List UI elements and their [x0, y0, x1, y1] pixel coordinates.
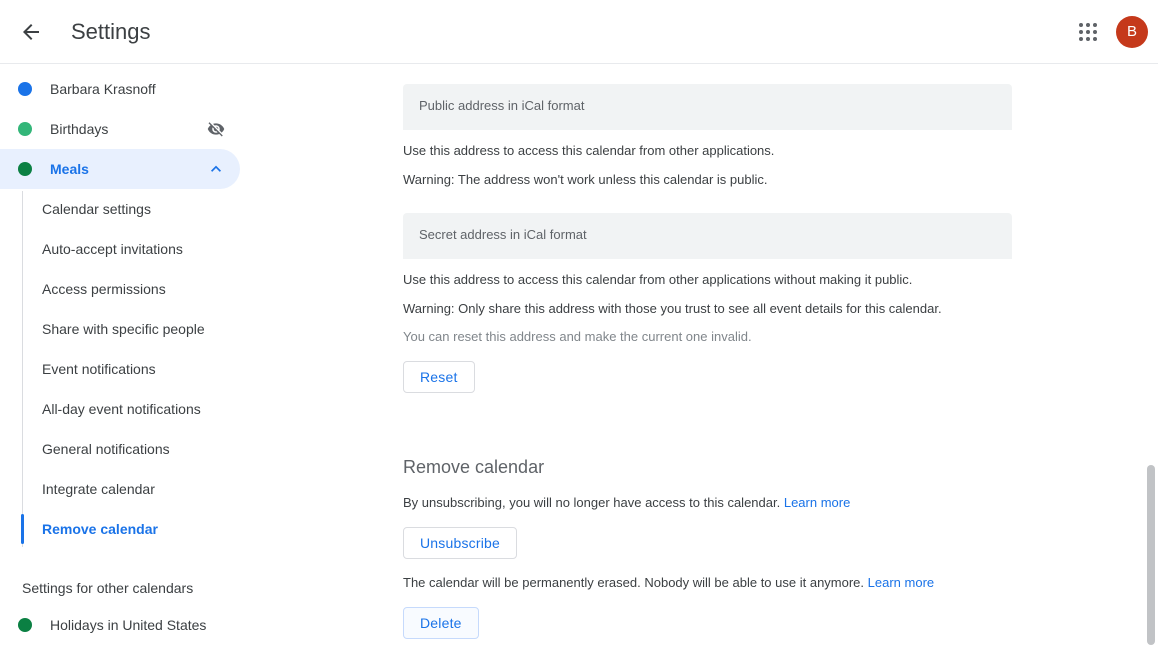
- scrollbar-track[interactable]: [1143, 65, 1158, 645]
- public-address-label: Public address in iCal format: [419, 98, 585, 113]
- unsubscribe-learn-more-link[interactable]: Learn more: [784, 495, 850, 510]
- delete-button[interactable]: Delete: [403, 607, 479, 639]
- body-wrapper: Barbara Krasnoff Birthdays Meals Calenda…: [0, 65, 1158, 645]
- meals-subnav: Calendar settings Auto-accept invitation…: [21, 189, 256, 549]
- public-address-warning: Warning: The address won't work unless t…: [403, 172, 768, 187]
- sidebar-item-holidays-in-united-states[interactable]: Holidays in United States: [0, 605, 240, 645]
- sidebar-item-general-notifications[interactable]: General notifications: [22, 429, 256, 469]
- sidebar-item-calendar-settings[interactable]: Calendar settings: [22, 189, 256, 229]
- unsubscribe-description-text: By unsubscribing, you will no longer hav…: [403, 495, 781, 510]
- avatar[interactable]: B: [1116, 15, 1148, 48]
- reset-button[interactable]: Reset: [403, 361, 475, 393]
- secret-address-label: Secret address in iCal format: [419, 227, 587, 242]
- delete-learn-more-link[interactable]: Learn more: [868, 575, 934, 590]
- calendar-name: Meals: [50, 161, 89, 177]
- sidebar: Barbara Krasnoff Birthdays Meals Calenda…: [0, 65, 256, 645]
- page-title: Settings: [71, 18, 151, 44]
- sidebar-item-auto-accept-invitations[interactable]: Auto-accept invitations: [22, 229, 256, 269]
- unsubscribe-button-wrap: Unsubscribe: [403, 527, 1158, 559]
- sidebar-item-all-day-event-notifications[interactable]: All-day event notifications: [22, 389, 256, 429]
- sidebar-item-remove-calendar[interactable]: Remove calendar: [21, 509, 256, 549]
- public-address-field[interactable]: Public address in iCal format: [403, 84, 1012, 130]
- back-button[interactable]: [11, 12, 51, 52]
- app-header: Settings B: [0, 0, 1158, 64]
- remove-calendar-title: Remove calendar: [403, 457, 545, 477]
- other-calendars-header: Settings for other calendars: [22, 580, 194, 596]
- calendar-color-dot: [18, 82, 32, 96]
- settings-content: Public address in iCal format Use this a…: [256, 65, 1158, 639]
- calendar-name: Holidays in United States: [50, 617, 207, 633]
- public-address-help: Use this address to access this calendar…: [403, 143, 775, 158]
- chevron-up-icon[interactable]: [206, 159, 226, 179]
- apps-grid-icon: [1079, 22, 1097, 41]
- secret-address-field[interactable]: Secret address in iCal format: [403, 213, 1012, 259]
- sidebar-item-barbara-krasnoff[interactable]: Barbara Krasnoff: [0, 69, 240, 109]
- sidebar-item-share-with-specific-people[interactable]: Share with specific people: [22, 309, 256, 349]
- sidebar-item-birthdays[interactable]: Birthdays: [0, 109, 240, 149]
- secret-address-note: You can reset this address and make the …: [403, 329, 752, 344]
- sidebar-item-integrate-calendar[interactable]: Integrate calendar: [22, 469, 256, 509]
- calendar-color-dot: [18, 122, 32, 136]
- sidebar-item-meals[interactable]: Meals: [0, 149, 240, 189]
- delete-button-wrap: Delete: [403, 607, 1158, 639]
- calendar-color-dot: [18, 162, 32, 176]
- secret-address-help: Use this address to access this calendar…: [403, 272, 913, 287]
- unsubscribe-button[interactable]: Unsubscribe: [403, 527, 518, 559]
- visibility-off-icon[interactable]: [206, 119, 226, 139]
- main-content: Public address in iCal format Use this a…: [256, 65, 1158, 645]
- google-apps-button[interactable]: [1068, 12, 1108, 52]
- scrollbar-thumb[interactable]: [1147, 465, 1155, 645]
- sidebar-item-access-permissions[interactable]: Access permissions: [22, 269, 256, 309]
- calendar-name: Birthdays: [50, 121, 109, 137]
- calendar-name: Barbara Krasnoff: [50, 81, 156, 97]
- calendar-color-dot: [18, 618, 32, 632]
- unsubscribe-description: By unsubscribing, you will no longer hav…: [403, 495, 1158, 511]
- arrow-back-icon: [23, 23, 39, 40]
- delete-description: The calendar will be permanently erased.…: [403, 575, 1158, 591]
- sidebar-item-event-notifications[interactable]: Event notifications: [22, 349, 256, 389]
- reset-button-wrap: Reset: [403, 361, 1158, 393]
- secret-address-warning: Warning: Only share this address with th…: [403, 301, 942, 316]
- delete-description-text: The calendar will be permanently erased.…: [403, 575, 865, 590]
